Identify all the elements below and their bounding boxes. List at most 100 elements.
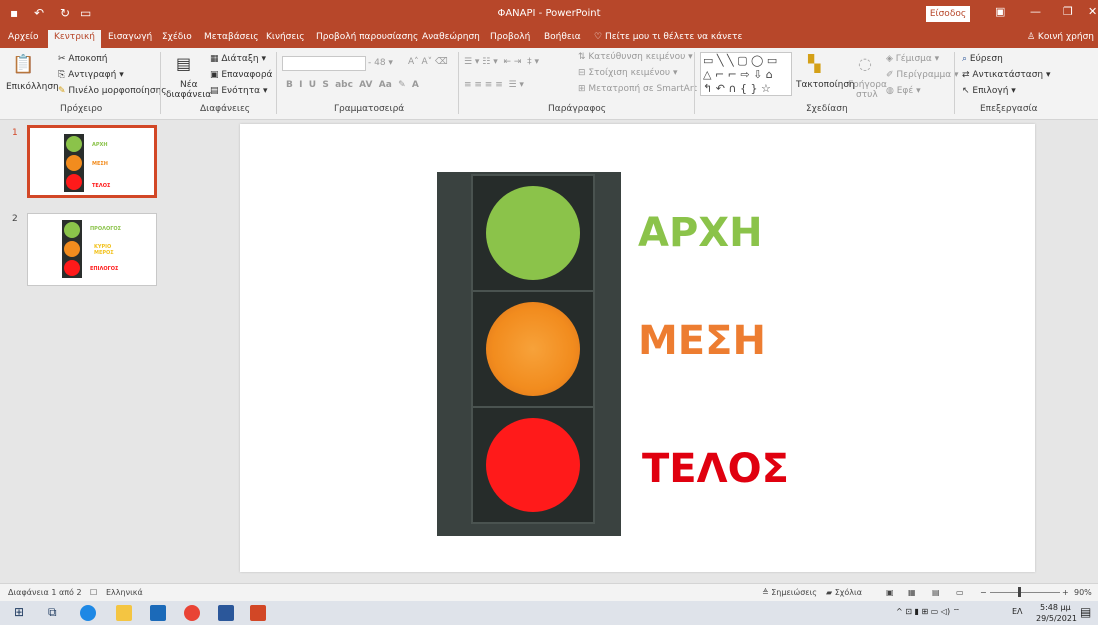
group-clipboard-label: Πρόχειρο [60,104,103,114]
copy-button[interactable]: ⎘ Αντιγραφή ▾ [58,70,124,80]
clock-time[interactable]: 5:48 μμ [1040,603,1071,612]
slide-text-start[interactable]: ΑΡΧΗ [638,210,763,256]
new-slide-label-2[interactable]: διαφάνεια [166,90,211,100]
ribbon-display-options-icon[interactable]: ▣ [995,5,1005,18]
list-buttons[interactable]: ☰ ▾ ☷ ▾ ⇤ ⇥ ‡ ▾ [464,57,539,67]
align-text-label: Στοίχιση κειμένου [588,68,671,78]
word-icon[interactable] [218,605,234,621]
slideshow-icon[interactable]: ▭ [956,588,964,597]
orange-lamp-housing [471,290,595,408]
tab-slide-show[interactable]: Προβολή παρουσίασης [316,32,418,42]
new-slide-label-1[interactable]: Νέα [180,80,198,90]
paste-icon[interactable]: 📋 [12,54,34,75]
notifications-icon[interactable]: ▤ [1080,605,1091,619]
close-button[interactable]: ✕ [1088,5,1097,18]
shape-outline-button[interactable]: ✐ Περίγραμμα ▾ [886,70,959,80]
text-direction-button[interactable]: ⇅ Κατεύθυνση κειμένου ▾ [578,52,693,62]
thumbnail-label: ΠΡΟΛΟΓΟΣ [90,226,122,232]
format-painter-label: Πινέλο μορφοποίησης [68,86,167,96]
cut-button[interactable]: ✂ Αποκοπή [58,54,107,64]
text-direction-label: Κατεύθυνση κειμένου [588,52,686,62]
tell-me-search[interactable]: ♡ Πείτε μου τι θέλετε να κάνετε [594,32,742,42]
sign-in-button[interactable]: Είσοδος [926,6,970,22]
section-button[interactable]: ▤ Ενότητα ▾ [210,86,267,96]
notes-icon: ≜ [762,588,772,597]
input-language[interactable]: ΕΛ [1012,607,1023,616]
spelling-icon[interactable]: ☐ [90,588,97,597]
ribbon: 📋 Επικόλληση ✂ Αποκοπή ⎘ Αντιγραφή ▾ ✎ Π… [0,48,1098,120]
format-painter-button[interactable]: ✎ Πινέλο μορφοποίησης [58,86,167,96]
smartart-label: Μετατροπή σε SmartArt [588,84,698,94]
cut-label: Αποκοπή [68,54,108,64]
select-button[interactable]: ↖ Επιλογή ▾ [962,86,1016,96]
restore-button[interactable]: ❐ [1063,5,1073,18]
tab-transitions[interactable]: Μεταβάσεις [204,32,259,42]
tab-file[interactable]: Αρχείο [8,32,39,42]
tab-view[interactable]: Προβολή [490,32,530,42]
quick-styles-icon[interactable]: ◌ [858,54,872,73]
tab-animations[interactable]: Κινήσεις [266,32,305,42]
traffic-light-image[interactable] [437,172,621,536]
slide-sorter-icon[interactable]: ▦ [908,588,916,597]
layout-button[interactable]: ▦ Διάταξη ▾ [210,54,266,64]
slide-thumbnail-2[interactable]: ΠΡΟΛΟΓΟΣ ΚΥΡΙΟ ΜΕΡΟΣ ΕΠΙΛΟΓΟΣ [27,213,157,286]
mail-icon[interactable] [150,605,166,621]
chrome-icon[interactable] [184,605,200,621]
font-size-buttons[interactable]: A˄ A˅ ⌫ [408,57,448,67]
slide-canvas[interactable]: ΑΡΧΗ ΜΕΣΗ ΤΕΛΟΣ [240,124,1035,572]
layout-label: Διάταξη [221,54,259,64]
minimize-button[interactable]: — [1030,5,1041,18]
windows-start-icon[interactable]: ⊞ [14,605,30,621]
notes-button[interactable]: ≜ Σημειώσεις [762,588,817,597]
shape-effects-button[interactable]: ◍ Εφέ ▾ [886,86,921,96]
slide-thumbnail-1[interactable]: ΑΡΧΗ ΜΕΣΗ ΤΕΛΟΣ [27,125,157,198]
zoom-in-button[interactable]: + [1062,588,1069,597]
tab-design[interactable]: Σχέδιο [162,32,192,42]
replace-label: Αντικατάσταση [972,70,1044,80]
font-format-buttons[interactable]: B I U S abc AV Aa ✎ A [286,80,419,90]
quick-styles-label-2[interactable]: στυλ [856,90,878,100]
tab-review[interactable]: Αναθεώρηση [422,32,480,42]
tab-home[interactable]: Κεντρική [48,30,101,48]
file-explorer-icon[interactable] [116,605,132,621]
slide-text-middle[interactable]: ΜΕΣΗ [638,318,766,364]
arrange-icon[interactable]: ▚ [808,54,820,73]
shape-fill-button[interactable]: ◈ Γέμισμα ▾ [886,54,939,64]
replace-button[interactable]: ⇄ Αντικατάσταση ▾ [962,70,1051,80]
arrange-button[interactable]: Τακτοποίηση [796,80,855,90]
zoom-level[interactable]: 90% [1074,588,1092,597]
reset-button[interactable]: ▣ Επαναφορά [210,70,272,80]
paste-button[interactable]: Επικόλληση [6,82,59,92]
normal-view-icon[interactable]: ▣ [886,588,894,597]
reset-label: Επαναφορά [221,70,273,80]
edge-icon[interactable] [80,605,96,621]
quick-styles-label-1[interactable]: Γρήγορα [848,80,887,90]
shapes-gallery[interactable]: ▭ ╲ ╲ ▢ ◯ ▭ △ ⌐ ⌐ ⇨ ⇩ ⌂ ↰ ↶ ∩ { } ☆ [700,52,792,96]
thumbnail-number: 2 [12,214,18,224]
share-button[interactable]: ♙ Κοινή χρήση [1027,32,1094,42]
align-buttons[interactable]: ≡ ≡ ≡ ≡ ☰ ▾ [464,80,524,90]
smartart-button[interactable]: ⊞ Μετατροπή σε SmartArt ▾ [578,84,704,94]
find-button[interactable]: ⌕ Εύρεση [962,54,1003,64]
align-text-button[interactable]: ⊟ Στοίχιση κειμένου ▾ [578,68,678,78]
tray-icons[interactable]: ^ ⊡ ▮ ⊞ ▭ ◁) ⌔ [896,607,960,617]
tab-help[interactable]: Βοήθεια [544,32,581,42]
clock-date[interactable]: 29/5/2021 [1036,614,1077,623]
language-indicator[interactable]: Ελληνικά [106,588,143,597]
comments-button[interactable]: ▰ Σχόλια [826,588,862,597]
powerpoint-icon[interactable] [250,605,266,621]
task-view-icon[interactable]: ⧉ [48,605,64,621]
zoom-slider-thumb[interactable] [1018,587,1021,597]
green-light [64,222,80,238]
slide-text-end[interactable]: ΤΕΛΟΣ [642,446,789,492]
tab-insert[interactable]: Εισαγωγή [108,32,152,42]
zoom-out-button[interactable]: − [980,588,987,597]
share-label: Κοινή χρήση [1037,32,1094,42]
new-slide-icon[interactable]: ▤ [176,54,191,73]
zoom-slider[interactable] [990,592,1060,593]
font-name-combobox[interactable] [282,56,366,71]
reading-view-icon[interactable]: ▤ [932,588,940,597]
font-size-combobox[interactable]: - 48 ▾ [368,58,393,68]
thumbnail-label: ΑΡΧΗ [92,142,108,148]
scissors-icon: ✂ [58,54,69,64]
